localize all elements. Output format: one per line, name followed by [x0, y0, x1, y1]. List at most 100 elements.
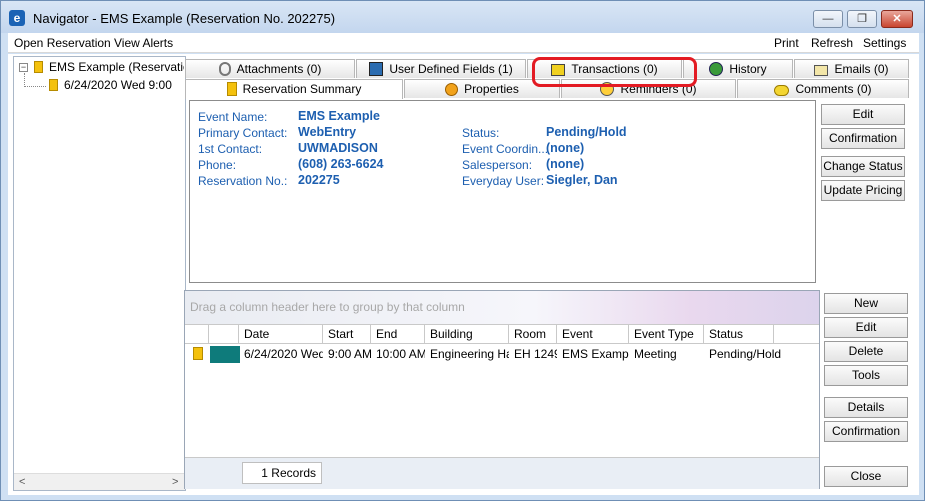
column-header-start[interactable]: Start: [323, 325, 371, 344]
cell-date: 6/24/2020 Wed: [244, 347, 323, 361]
everyday-user-value: Siegler, Dan: [546, 173, 618, 187]
tab-label: Comments (0): [795, 82, 872, 96]
history-icon: [709, 62, 724, 76]
icon-column-header[interactable]: [185, 325, 209, 344]
tab-label: History: [729, 62, 767, 76]
tab-label: Emails (0): [834, 62, 889, 76]
tab-emails[interactable]: Emails (0): [794, 59, 909, 78]
grid-footer: 1 Records: [185, 457, 819, 489]
phone-label: Phone:: [198, 158, 237, 172]
tree-node-label: EMS Example (Reservatio: [49, 60, 184, 74]
event-coordinator-value: (none): [546, 141, 585, 155]
event-name-label: Event Name:: [198, 110, 268, 124]
menu-settings[interactable]: Settings: [863, 36, 906, 50]
detail-tabs: Attachments (0) User Defined Fields (1) …: [185, 57, 909, 101]
tab-history[interactable]: History: [683, 59, 793, 78]
tree-horizontal-scrollbar[interactable]: < >: [14, 473, 185, 490]
record-count: 1 Records: [242, 462, 322, 484]
salesperson-label: Salesperson:: [462, 158, 533, 172]
minimize-button[interactable]: —: [813, 10, 843, 28]
user-fields-icon: [369, 62, 384, 76]
color-column-header[interactable]: [209, 325, 239, 344]
booking-confirmation-button[interactable]: Confirmation: [824, 421, 908, 442]
tools-button[interactable]: Tools: [824, 365, 908, 386]
column-header-event-type[interactable]: Event Type: [629, 325, 704, 344]
scroll-left-icon[interactable]: <: [19, 476, 25, 488]
booking-icon: [49, 79, 58, 91]
app-icon: e: [9, 10, 25, 26]
tree-node-reservation[interactable]: EMS Example (Reservatio: [34, 60, 184, 76]
tab-label: Attachments (0): [236, 62, 322, 76]
window-title: Navigator - EMS Example (Reservation No.…: [33, 11, 336, 26]
maximize-button[interactable]: ❐: [847, 10, 877, 28]
comment-icon: [774, 85, 790, 96]
event-name-value: EMS Example: [298, 109, 380, 123]
reservation-no-value: 202275: [298, 173, 340, 187]
summary-action-buttons: Edit Confirmation Change Status Update P…: [819, 100, 909, 283]
menu-refresh[interactable]: Refresh: [811, 36, 853, 50]
collapse-toggle-icon[interactable]: −: [19, 63, 28, 72]
column-header-building[interactable]: Building: [425, 325, 509, 344]
tab-label: Reservation Summary: [242, 82, 362, 96]
new-booking-button[interactable]: New: [824, 293, 908, 314]
everyday-user-label: Everyday User:: [462, 174, 545, 188]
highlight-annotation: [532, 57, 697, 87]
booking-action-buttons: New Edit Delete Tools Details Confirmati…: [824, 293, 910, 493]
tab-reservation-summary[interactable]: Reservation Summary: [185, 79, 403, 99]
tree-node-label: 6/24/2020 Wed 9:00: [64, 78, 172, 92]
properties-icon: [445, 83, 459, 96]
column-header-date[interactable]: Date: [239, 325, 323, 344]
confirmation-button[interactable]: Confirmation: [821, 128, 905, 149]
status-color-swatch: [210, 346, 240, 363]
bookings-grid: Drag a column header here to group by th…: [184, 290, 820, 489]
cell-end: 10:00 AM: [376, 347, 425, 361]
tab-label: Properties: [464, 82, 519, 96]
edit-reservation-button[interactable]: Edit: [821, 104, 905, 125]
tab-comments[interactable]: Comments (0): [737, 79, 909, 98]
main-frame: − EMS Example (Reservatio 6/24/2020 Wed …: [8, 54, 919, 495]
primary-contact-label: Primary Contact:: [198, 126, 288, 140]
tab-user-defined-fields[interactable]: User Defined Fields (1): [356, 59, 526, 78]
cell-status: Pending/Hold: [709, 347, 782, 361]
navigator-window: e Navigator - EMS Example (Reservation N…: [0, 0, 925, 501]
menu-view-alerts[interactable]: View Alerts: [114, 36, 173, 50]
column-header-event[interactable]: Event: [557, 325, 629, 344]
column-header-status[interactable]: Status: [704, 325, 774, 344]
group-by-drop-area[interactable]: Drag a column header here to group by th…: [185, 291, 819, 324]
status-value: Pending/Hold: [546, 125, 627, 139]
cell-room: EH 1249: [514, 347, 557, 361]
grid-header: Date Start End Building Room Event Event…: [185, 324, 819, 344]
salesperson-value: (none): [546, 157, 585, 171]
first-contact-value: UWMADISON: [298, 141, 378, 155]
cell-event-type: Meeting: [634, 347, 677, 361]
title-bar: e Navigator - EMS Example (Reservation N…: [1, 1, 924, 33]
menu-print[interactable]: Print: [774, 36, 799, 50]
tab-attachments[interactable]: Attachments (0): [185, 59, 355, 78]
phone-value: (608) 263-6624: [298, 157, 384, 171]
scroll-right-icon[interactable]: >: [172, 476, 178, 488]
column-header-room[interactable]: Room: [509, 325, 557, 344]
tree-connector: [24, 86, 46, 87]
paperclip-icon: [218, 62, 231, 76]
reservation-summary-panel: Event Name: EMS Example Primary Contact:…: [189, 100, 816, 283]
change-status-button[interactable]: Change Status: [821, 156, 905, 177]
edit-booking-button[interactable]: Edit: [824, 317, 908, 338]
first-contact-label: 1st Contact:: [198, 142, 263, 156]
tab-label: User Defined Fields (1): [389, 62, 513, 76]
envelope-icon: [814, 65, 829, 76]
details-button[interactable]: Details: [824, 397, 908, 418]
cell-event: EMS Example: [562, 347, 629, 361]
update-pricing-button[interactable]: Update Pricing: [821, 180, 905, 201]
booking-icon: [193, 347, 203, 360]
close-button[interactable]: Close: [824, 466, 908, 487]
column-header-end[interactable]: End: [371, 325, 425, 344]
folder-icon: [34, 61, 43, 73]
cell-building: Engineering Hall: [430, 347, 509, 361]
delete-booking-button[interactable]: Delete: [824, 341, 908, 362]
tree-node-booking[interactable]: 6/24/2020 Wed 9:00: [49, 78, 184, 94]
menu-open-reservation[interactable]: Open Reservation: [14, 36, 111, 50]
table-row[interactable]: 6/24/2020 Wed 9:00 AM 10:00 AM Engineeri…: [185, 345, 819, 363]
summary-icon: [226, 82, 237, 96]
close-window-button[interactable]: ✕: [881, 10, 913, 28]
reservation-tree[interactable]: − EMS Example (Reservatio 6/24/2020 Wed …: [13, 56, 186, 491]
